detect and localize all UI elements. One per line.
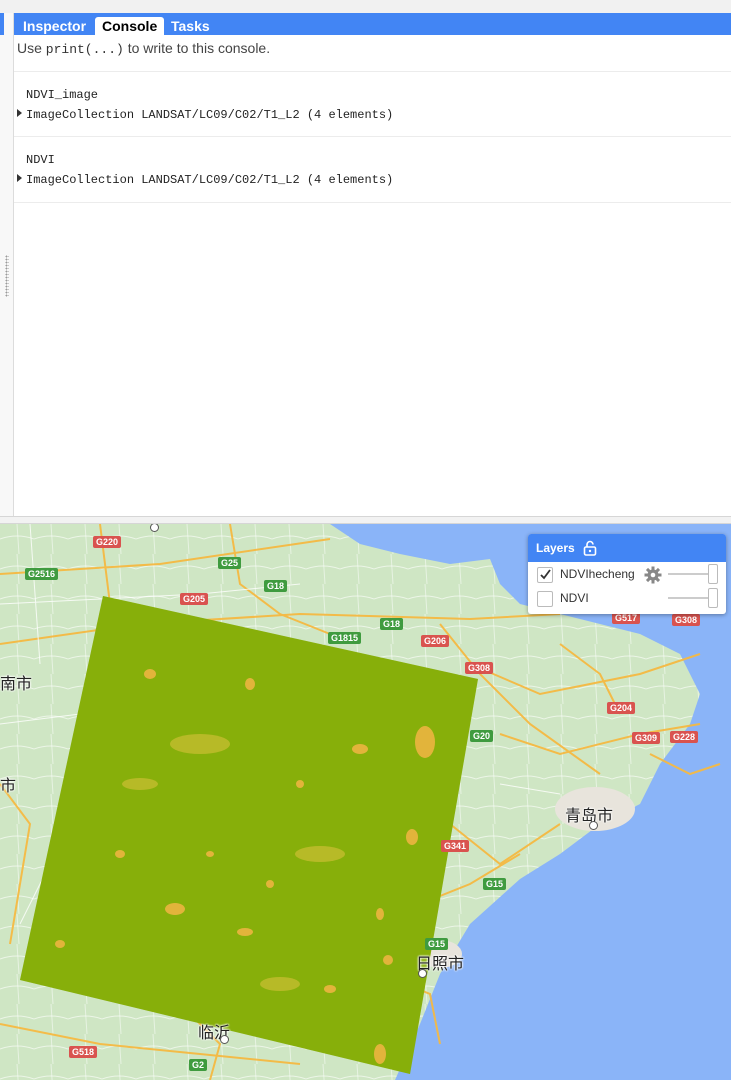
opacity-slider-handle[interactable] — [708, 564, 718, 584]
console-hint-suffix: to write to this console. — [123, 40, 271, 56]
road-shield: G205 — [180, 593, 209, 605]
road-shield: G518 — [69, 1046, 98, 1058]
road-shield: G25 — [218, 557, 242, 569]
road-shield: G20 — [470, 730, 494, 742]
console-entry-title: NDVI — [26, 153, 55, 167]
layers-header[interactable]: Layers — [528, 534, 726, 562]
lock-icon[interactable] — [583, 540, 597, 556]
layers-title: Layers — [536, 541, 575, 555]
console-hint-code: print(...) — [45, 42, 124, 57]
console-entry: NDVI_image ImageCollection LANDSAT/LC09/… — [14, 71, 731, 137]
road-shield: G204 — [607, 702, 636, 714]
panel-splitter[interactable] — [0, 516, 731, 524]
console-entry-value: ImageCollection LANDSAT/LC09/C02/T1_L2 (… — [26, 108, 394, 122]
road-shield: G15 — [425, 938, 449, 950]
checkmark-icon — [540, 569, 551, 580]
road-shield: G206 — [421, 635, 450, 647]
road-shield: G309 — [632, 732, 661, 744]
road-shield: G18 — [264, 580, 288, 592]
tab-bar: Inspector Console Tasks — [14, 13, 731, 35]
map-view[interactable]: G220 G25 G2516 G18 G205 G18 G1815 G206 G… — [0, 524, 731, 1080]
layer-name: NDVIhecheng — [560, 567, 635, 581]
layer-visibility-checkbox[interactable] — [537, 591, 553, 607]
console-hint: Use print(...) to write to this console. — [17, 40, 270, 57]
console-panel: Use print(...) to write to this console.… — [14, 35, 731, 516]
resize-grip-icon[interactable] — [5, 255, 9, 297]
console-entry-title: NDVI_image — [26, 88, 99, 102]
city-label: 南市 — [0, 676, 33, 693]
city-marker-icon — [589, 821, 598, 830]
city-marker-icon — [220, 1035, 229, 1044]
road-shield: G2516 — [25, 568, 59, 580]
console-entry-expander[interactable]: ImageCollection LANDSAT/LC09/C02/T1_L2 (… — [17, 108, 393, 122]
road-shield: G2 — [189, 1059, 208, 1071]
tab-tasks[interactable]: Tasks — [164, 17, 217, 35]
console-entry-expander[interactable]: ImageCollection LANDSAT/LC09/C02/T1_L2 (… — [17, 173, 393, 187]
opacity-slider-handle[interactable] — [708, 588, 718, 608]
road-shield: G341 — [441, 840, 470, 852]
left-panel-edge — [0, 13, 14, 516]
layer-name: NDVI — [560, 591, 589, 605]
console-entry-value: ImageCollection LANDSAT/LC09/C02/T1_L2 (… — [26, 173, 394, 187]
tab-inspector[interactable]: Inspector — [16, 17, 93, 35]
top-strip — [0, 0, 731, 13]
tab-console[interactable]: Console — [95, 17, 165, 35]
road-shield: G308 — [672, 614, 701, 626]
city-marker-icon — [418, 969, 427, 978]
road-shield: G220 — [93, 536, 122, 548]
layers-panel: Layers NDVIhecheng NDVI — [528, 534, 726, 614]
console-hint-prefix: Use — [17, 40, 46, 56]
road-shield: G1815 — [328, 632, 362, 644]
road-shield: G308 — [465, 662, 494, 674]
layer-row-ndvihecheng: NDVIhecheng — [528, 563, 726, 587]
console-entry: NDVI ImageCollection LANDSAT/LC09/C02/T1… — [14, 136, 731, 203]
expand-triangle-icon — [17, 109, 22, 117]
road-shield: G15 — [483, 878, 507, 890]
city-label: 市 — [0, 778, 17, 795]
road-shield: G18 — [380, 618, 404, 630]
layer-row-ndvi: NDVI — [528, 587, 726, 611]
gear-icon[interactable] — [644, 566, 662, 584]
road-shield: G228 — [670, 731, 699, 743]
layer-visibility-checkbox[interactable] — [537, 567, 553, 583]
left-panel-tab-edge — [0, 13, 4, 35]
expand-triangle-icon — [17, 174, 22, 182]
